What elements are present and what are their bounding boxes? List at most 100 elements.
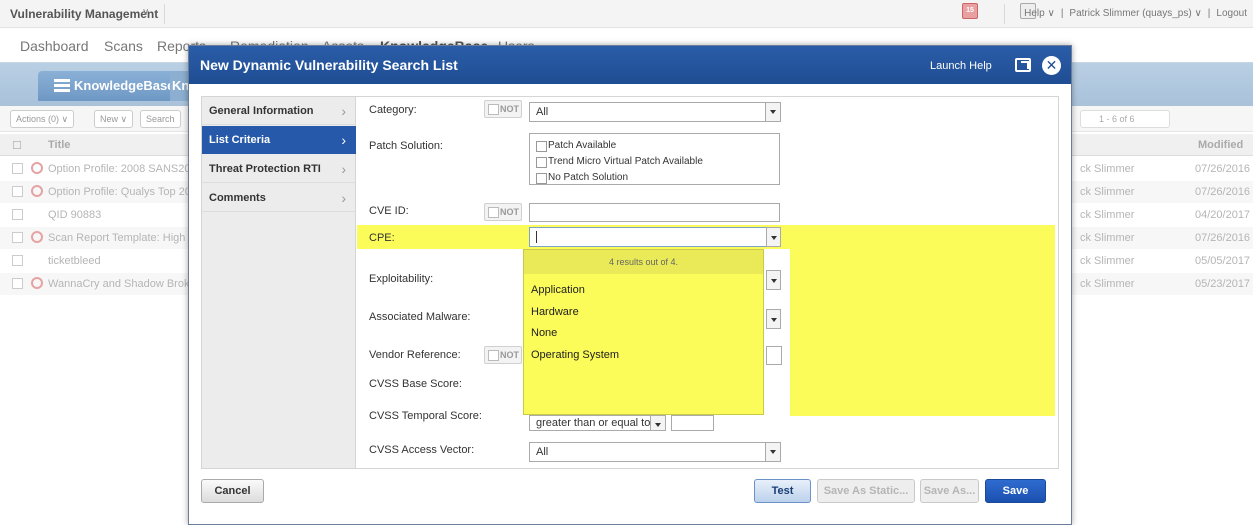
- row-title: WannaCry and Shadow Brokers: [48, 278, 188, 290]
- cve-id-input[interactable]: [529, 203, 780, 222]
- search-list-dialog: New Dynamic Vulnerability Search List La…: [188, 45, 1072, 525]
- cpe-option-operating-system[interactable]: Operating System: [531, 349, 619, 361]
- sidebar-item-comments[interactable]: Comments ›: [202, 184, 356, 212]
- app-title[interactable]: Vulnerability Management: [10, 7, 158, 21]
- user-name-menu[interactable]: Patrick Slimmer (quays_ps) ∨: [1069, 8, 1201, 19]
- help-menu[interactable]: Help ∨: [1024, 8, 1055, 19]
- knowledgebase-tab[interactable]: KnowledgeBase: [38, 71, 178, 101]
- app-switcher-chevron-icon[interactable]: ∨: [142, 7, 149, 18]
- knowledgebase-subtab[interactable]: Kn: [170, 71, 190, 101]
- launch-help-link[interactable]: Launch Help: [930, 60, 992, 72]
- chevron-right-icon: ›: [341, 161, 346, 177]
- cve-id-label: CVE ID:: [369, 205, 409, 217]
- row-modified: 04/20/2017: [1195, 209, 1251, 221]
- shared-icon: [31, 162, 43, 174]
- dialog-title: New Dynamic Vulnerability Search List: [200, 57, 458, 73]
- row-modified: 07/26/2016: [1195, 163, 1251, 175]
- category-not-toggle[interactable]: NOT: [484, 100, 522, 118]
- row-owner: ck Slimmer: [1080, 186, 1135, 198]
- sidebar-item-list-criteria[interactable]: List Criteria ›: [202, 126, 356, 154]
- shared-icon: [31, 277, 43, 289]
- test-button[interactable]: Test: [754, 479, 811, 503]
- row-modified: 07/26/2016: [1195, 232, 1251, 244]
- row-owner: ck Slimmer: [1080, 209, 1135, 221]
- patch-available-checkbox[interactable]: Patch Available: [536, 140, 779, 152]
- row-checkbox[interactable]: [12, 255, 23, 266]
- close-icon[interactable]: ✕: [1042, 56, 1061, 75]
- row-checkbox[interactable]: [12, 278, 23, 289]
- list-criteria-form: Category: NOT All Patch Solution: Patch …: [357, 97, 1058, 468]
- row-title: ticketbleed: [48, 255, 101, 267]
- logout-link[interactable]: Logout: [1216, 8, 1247, 19]
- search-button[interactable]: Search: [140, 110, 181, 128]
- new-button[interactable]: New ∨: [94, 110, 134, 128]
- popout-icon[interactable]: [1015, 58, 1031, 72]
- row-title: QID 90883: [48, 209, 102, 221]
- cvss-temporal-score-label: CVSS Temporal Score:: [369, 410, 482, 422]
- cvss-access-vector-select[interactable]: All: [529, 442, 781, 462]
- vendor-reference-label: Vendor Reference:: [369, 349, 461, 361]
- cvss-access-vector-label: CVSS Access Vector:: [369, 444, 475, 456]
- sidebar-item-threat-protection-rti[interactable]: Threat Protection RTI ›: [202, 155, 356, 183]
- dialog-footer: Cancel Test Save As Static... Save As...…: [201, 476, 1059, 506]
- row-checkbox[interactable]: [12, 209, 23, 220]
- shared-icon: [31, 185, 43, 197]
- pager: 1 - 6 of 6: [1080, 110, 1170, 128]
- patch-solution-list: Patch Available Trend Micro Virtual Patc…: [529, 133, 780, 185]
- notification-icon[interactable]: 15: [962, 3, 978, 19]
- nav-scans[interactable]: Scans: [104, 38, 143, 54]
- chevron-right-icon: ›: [341, 132, 346, 148]
- cpe-option-hardware[interactable]: Hardware: [531, 306, 579, 318]
- sidebar-item-general-information[interactable]: General Information ›: [202, 97, 356, 125]
- dialog-body: General Information › List Criteria › Thre…: [201, 96, 1059, 469]
- save-as-button[interactable]: Save As...: [920, 479, 979, 503]
- cve-not-toggle[interactable]: NOT: [484, 203, 522, 221]
- cancel-button[interactable]: Cancel: [201, 479, 264, 503]
- vendor-not-toggle[interactable]: NOT: [484, 346, 522, 364]
- row-owner: ck Slimmer: [1080, 163, 1135, 175]
- top-bar: Vulnerability Management ∨ 15 Help ∨ | P…: [0, 0, 1253, 28]
- cpe-option-application[interactable]: Application: [531, 284, 585, 296]
- user-menu: Help ∨ | Patrick Slimmer (quays_ps) ∨ | …: [1024, 8, 1247, 19]
- row-owner: ck Slimmer: [1080, 278, 1135, 290]
- cvss-temporal-operator-select[interactable]: greater than or equal to: [529, 415, 666, 431]
- save-as-static-button[interactable]: Save As Static...: [817, 479, 915, 503]
- shared-icon: [31, 231, 43, 243]
- associated-malware-label: Associated Malware:: [369, 311, 471, 323]
- trend-micro-patch-checkbox[interactable]: Trend Micro Virtual Patch Available: [536, 156, 779, 168]
- category-select[interactable]: All: [529, 102, 781, 122]
- no-patch-checkbox[interactable]: No Patch Solution: [536, 172, 779, 184]
- chevron-right-icon: ›: [341, 103, 346, 119]
- cpe-option-none[interactable]: None: [531, 327, 557, 339]
- vendor-reference-input[interactable]: [766, 346, 782, 365]
- divider: [164, 4, 165, 24]
- row-checkbox[interactable]: [12, 186, 23, 197]
- actions-button[interactable]: Actions (0) ∨: [10, 110, 75, 128]
- row-owner: ck Slimmer: [1080, 255, 1135, 267]
- malware-dropdown-button[interactable]: [766, 309, 781, 329]
- nav-dashboard[interactable]: Dashboard: [20, 38, 89, 54]
- dialog-sidebar: General Information › List Criteria › Thre…: [202, 97, 356, 468]
- row-modified: 05/23/2017: [1195, 278, 1251, 290]
- save-button[interactable]: Save: [985, 479, 1046, 503]
- row-title: Option Profile: Qualys Top 20 O: [48, 186, 188, 198]
- chevron-down-icon: [765, 443, 780, 461]
- row-owner: ck Slimmer: [1080, 232, 1135, 244]
- cpe-dropdown-button[interactable]: [766, 227, 781, 247]
- cpe-input[interactable]: [529, 227, 767, 247]
- category-label: Category:: [369, 104, 417, 116]
- exploitability-label: Exploitability:: [369, 273, 434, 285]
- row-checkbox[interactable]: [12, 163, 23, 174]
- dialog-header: New Dynamic Vulnerability Search List La…: [189, 46, 1071, 84]
- cpe-results-count: 4 results out of 4.: [524, 250, 763, 274]
- cpe-highlight: [790, 225, 1055, 416]
- row-checkbox[interactable]: [12, 232, 23, 243]
- select-all-checkbox[interactable]: ☐: [12, 139, 22, 152]
- column-modified[interactable]: Modified: [1198, 139, 1243, 151]
- patch-solution-label: Patch Solution:: [369, 140, 443, 152]
- chevron-right-icon: ›: [341, 190, 346, 206]
- cvss-temporal-score-input[interactable]: [671, 415, 714, 431]
- row-title: Option Profile: 2008 SANS20 Op: [48, 163, 188, 175]
- column-title[interactable]: Title: [48, 139, 70, 151]
- exploitability-dropdown-button[interactable]: [766, 270, 781, 290]
